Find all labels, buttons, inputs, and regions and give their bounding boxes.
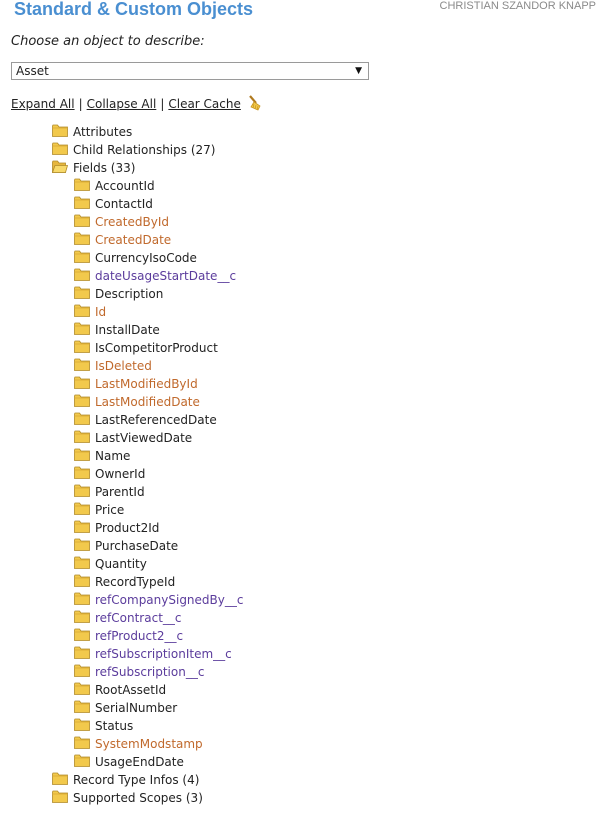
folder-icon[interactable]	[74, 718, 90, 731]
folder-icon[interactable]	[74, 340, 90, 353]
tree-node-label[interactable]: Fields (33)	[73, 159, 135, 177]
tree-node-label[interactable]: Quantity	[95, 555, 147, 573]
object-select[interactable]: Asset ▼	[11, 62, 369, 80]
tree-node-label[interactable]: refProduct2__c	[95, 627, 183, 645]
tree-node-label[interactable]: PurchaseDate	[95, 537, 178, 555]
tree-node-label[interactable]: Status	[95, 717, 133, 735]
tree-node-label[interactable]: refContract__c	[95, 609, 182, 627]
tree-node-label[interactable]: LastModifiedById	[95, 375, 198, 393]
folder-icon[interactable]	[74, 448, 90, 461]
folder-icon[interactable]	[74, 466, 90, 479]
folder-icon[interactable]	[74, 664, 90, 677]
folder-icon[interactable]	[74, 682, 90, 695]
folder-icon[interactable]	[74, 592, 90, 605]
tree-node-label[interactable]: Description	[95, 285, 163, 303]
folder-icon[interactable]	[74, 628, 90, 641]
tree-node-label[interactable]: Attributes	[73, 123, 132, 141]
dropdown-arrow-icon[interactable]: ▼	[355, 63, 362, 79]
page-title: Standard & Custom Objects	[14, 0, 254, 19]
user-name: CHRISTIAN SZANDOR KNAPP	[439, 0, 596, 12]
expand-all-link[interactable]: Expand All	[11, 97, 75, 111]
folder-icon[interactable]	[74, 394, 90, 407]
folder-icon[interactable]	[74, 556, 90, 569]
tree-actions: Expand All | Collapse All | Clear Cache	[11, 95, 263, 114]
tree-node-label[interactable]: ParentId	[95, 483, 145, 501]
tree-node-label[interactable]: LastReferencedDate	[95, 411, 217, 429]
folder-icon[interactable]	[74, 520, 90, 533]
tree-node-label[interactable]: SystemModstamp	[95, 735, 203, 753]
folder-icon[interactable]	[74, 412, 90, 425]
folder-icon[interactable]	[74, 358, 90, 371]
tree-node-label[interactable]: dateUsageStartDate__c	[95, 267, 236, 285]
folder-icon[interactable]	[74, 646, 90, 659]
folder-icon[interactable]	[74, 196, 90, 209]
tree-node-label[interactable]: LastModifiedDate	[95, 393, 200, 411]
tree-node-label[interactable]: refSubscription__c	[95, 663, 204, 681]
folder-icon[interactable]	[74, 268, 90, 281]
folder-icon[interactable]	[52, 124, 68, 137]
folder-icon[interactable]	[74, 754, 90, 767]
folder-icon[interactable]	[74, 502, 90, 515]
object-picker-prompt: Choose an object to describe:	[11, 34, 205, 49]
folder-icon[interactable]	[74, 736, 90, 749]
tree-node-label[interactable]: IsDeleted	[95, 357, 152, 375]
tree-node-label[interactable]: refSubscriptionItem__c	[95, 645, 232, 663]
broom-icon[interactable]	[247, 95, 263, 114]
folder-icon[interactable]	[74, 322, 90, 335]
folder-icon[interactable]	[74, 304, 90, 317]
tree-node-label[interactable]: AccountId	[95, 177, 155, 195]
tree-node-label[interactable]: Child Relationships (27)	[73, 141, 215, 159]
tree-node-label[interactable]: OwnerId	[95, 465, 145, 483]
tree-node-label[interactable]: SerialNumber	[95, 699, 177, 717]
tree-node-label[interactable]: CreatedById	[95, 213, 169, 231]
tree-node-label[interactable]: Id	[95, 303, 106, 321]
tree-node-label[interactable]: UsageEndDate	[95, 753, 184, 771]
tree-node-label[interactable]: Record Type Infos (4)	[73, 771, 199, 789]
folder-icon[interactable]	[74, 700, 90, 713]
tree-node-label[interactable]: CurrencyIsoCode	[95, 249, 197, 267]
tree-node-label[interactable]: LastViewedDate	[95, 429, 192, 447]
folder-icon[interactable]	[74, 178, 90, 191]
tree-node-label[interactable]: CreatedDate	[95, 231, 171, 249]
clear-cache-link[interactable]: Clear Cache	[168, 97, 241, 111]
tree-node-label[interactable]: Product2Id	[95, 519, 159, 537]
collapse-all-link[interactable]: Collapse All	[87, 97, 157, 111]
tree-node-label[interactable]: Price	[95, 501, 124, 519]
folder-icon[interactable]	[74, 484, 90, 497]
folder-icon[interactable]	[52, 142, 68, 155]
action-separator: |	[160, 97, 165, 111]
folder-icon[interactable]	[74, 214, 90, 227]
tree-node-label[interactable]: InstallDate	[95, 321, 160, 339]
folder-icon[interactable]	[74, 610, 90, 623]
action-separator: |	[78, 97, 83, 111]
folder-icon[interactable]	[74, 538, 90, 551]
folder-icon[interactable]	[52, 790, 68, 803]
folder-open-icon[interactable]	[51, 160, 69, 173]
folder-icon[interactable]	[74, 250, 90, 263]
tree-node-label[interactable]: refCompanySignedBy__c	[95, 591, 243, 609]
tree-node-label[interactable]: IsCompetitorProduct	[95, 339, 218, 357]
folder-icon[interactable]	[74, 574, 90, 587]
tree-node-label[interactable]: RecordTypeId	[95, 573, 175, 591]
object-select-value: Asset	[16, 64, 49, 78]
folder-icon[interactable]	[74, 376, 90, 389]
folder-icon[interactable]	[74, 286, 90, 299]
tree-node-label[interactable]: RootAssetId	[95, 681, 166, 699]
folder-icon[interactable]	[74, 430, 90, 443]
folder-icon[interactable]	[52, 772, 68, 785]
tree-node-label[interactable]: ContactId	[95, 195, 153, 213]
tree-node-label[interactable]: Name	[95, 447, 130, 465]
tree-node-label[interactable]: Supported Scopes (3)	[73, 789, 203, 807]
folder-icon[interactable]	[74, 232, 90, 245]
